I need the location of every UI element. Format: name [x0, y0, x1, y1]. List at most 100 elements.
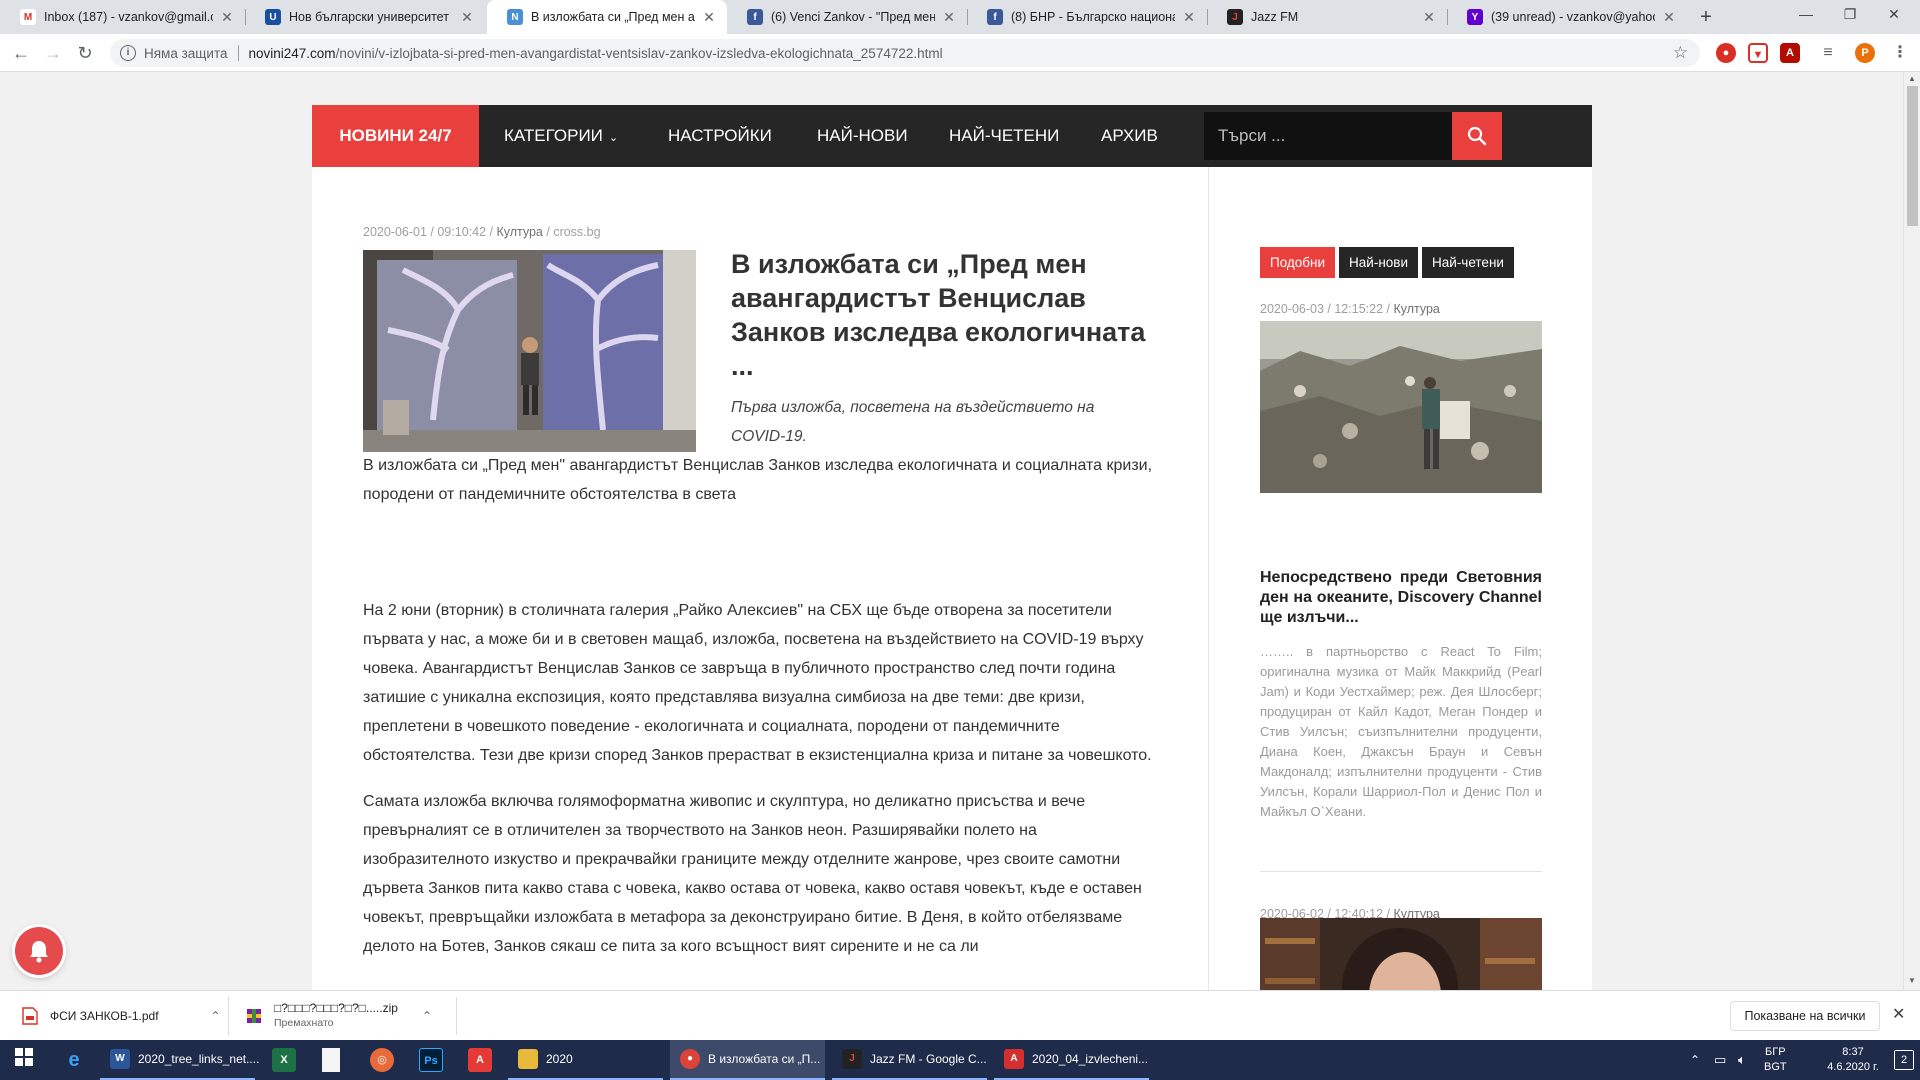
back-icon[interactable]: ←: [8, 40, 34, 66]
pdf-icon: A: [1004, 1049, 1024, 1069]
close-tab-icon[interactable]: ✕: [1421, 9, 1437, 26]
show-all-downloads-button[interactable]: Показване на всички: [1730, 1001, 1880, 1031]
download-item[interactable]: □?□□□?□□□?□?□.....zip Премахнато ⌃: [246, 991, 432, 1041]
nav-newest[interactable]: НАЙ-НОВИ: [817, 105, 908, 167]
chrome-icon: ●: [680, 1049, 700, 1069]
taskbar-app[interactable]: W 2020_tree_links_net....: [100, 1040, 259, 1080]
browser-tab[interactable]: f (6) Venci Zankov - "Пред мен" p ✕: [727, 0, 967, 34]
sidebar-item-excerpt: …….. в партньорство с React To Film; ори…: [1260, 644, 1542, 819]
article-paragraph: На 2 юни (вторник) в столичната галерия …: [363, 602, 1152, 764]
windows-start-icon[interactable]: [12, 1048, 36, 1072]
sidebar-item-meta: 2020-06-03 / 12:15:22 / Култура: [1260, 302, 1440, 316]
file-icon[interactable]: [322, 1048, 340, 1072]
sidebar-category-link[interactable]: Култура: [1393, 302, 1439, 316]
reload-icon[interactable]: ↻: [72, 40, 98, 66]
windows-taskbar: e W 2020_tree_links_net.... X ◎ Ps A 202…: [0, 1040, 1920, 1080]
article-image: [363, 250, 696, 452]
nbu-icon: U: [265, 9, 281, 25]
tab-similar[interactable]: Подобни: [1260, 247, 1336, 278]
edge-icon[interactable]: e: [62, 1048, 86, 1072]
close-downloads-icon[interactable]: ✕: [1892, 1004, 1905, 1024]
facebook-icon: f: [987, 9, 1003, 25]
scroll-down-icon[interactable]: ▼: [1904, 976, 1920, 985]
pocket-extension-icon[interactable]: ▼: [1748, 43, 1768, 63]
article-subtitle: Първа изложба, посветена на въздействиет…: [731, 399, 1095, 445]
yahoo-icon: Y: [1467, 9, 1483, 25]
sidebar-tabs: Подобни Най-нови Най-четени: [1260, 247, 1514, 278]
address-bar[interactable]: i Няма защита novini247.com /novini/v-iz…: [110, 39, 1700, 67]
nav-categories[interactable]: КАТЕГОРИИ ⌄: [504, 105, 618, 167]
download-item[interactable]: ФСИ ЗАНКОВ-1.pdf ⌃: [22, 991, 221, 1041]
chevron-up-icon[interactable]: ⌃: [211, 1009, 221, 1023]
nav-most-read[interactable]: НАЙ-ЧЕТЕНИ: [949, 105, 1059, 167]
sidebar-item-image[interactable]: [1260, 918, 1542, 990]
sidebar-item-image[interactable]: [1260, 321, 1542, 493]
forward-icon[interactable]: →: [40, 40, 66, 66]
bookmark-star-icon[interactable]: ☆: [1673, 43, 1688, 63]
info-icon[interactable]: i: [120, 45, 136, 61]
pdf-extension-icon[interactable]: A: [1780, 43, 1800, 63]
globe-app-icon[interactable]: ◎: [370, 1048, 394, 1072]
browser-tab[interactable]: U Нов български университет ✕: [245, 0, 485, 34]
browser-tab-active[interactable]: N В изложбата си „Пред мен аван ✕: [487, 0, 727, 34]
close-tab-icon[interactable]: ✕: [219, 9, 235, 26]
scrollbar-thumb[interactable]: [1907, 86, 1918, 226]
menu-icon[interactable]: ⋮: [1890, 43, 1910, 63]
content-area: 2020-06-01 / 09:10:42 / Култура / cross.…: [312, 167, 1592, 990]
taskbar-app[interactable]: J Jazz FM - Google C...: [832, 1040, 987, 1080]
facebook-icon: f: [747, 9, 763, 25]
close-tab-icon[interactable]: ✕: [701, 9, 717, 26]
news-icon: N: [507, 9, 523, 25]
network-icon[interactable]: ▭: [1714, 1040, 1726, 1080]
close-window-icon[interactable]: ✕: [1864, 0, 1920, 30]
taskbar-app[interactable]: A 2020_04_izvlecheni...: [994, 1040, 1149, 1080]
taskbar-app-active[interactable]: ● В изложбата си „П...: [670, 1040, 825, 1080]
language-indicator[interactable]: БГР BGT: [1764, 1045, 1787, 1080]
excel-icon[interactable]: X: [272, 1048, 296, 1072]
acrobat-icon[interactable]: A: [468, 1048, 492, 1072]
notification-bell-button[interactable]: [15, 927, 63, 975]
clock[interactable]: 8:37 4.6.2020 г.: [1814, 1045, 1892, 1080]
word-icon: W: [110, 1049, 130, 1069]
reading-list-icon[interactable]: ≡: [1818, 43, 1838, 63]
photoshop-icon[interactable]: Ps: [419, 1048, 443, 1072]
close-tab-icon[interactable]: ✕: [941, 9, 957, 26]
volume-icon[interactable]: 🔈︎: [1738, 1040, 1746, 1080]
site-logo[interactable]: НОВИНИ 24/7: [312, 105, 479, 167]
browser-tab[interactable]: J Jazz FM ✕: [1207, 0, 1447, 34]
notification-center-icon[interactable]: 2: [1894, 1050, 1914, 1070]
browser-toolbar: ← → ↻ i Няма защита novini247.com /novin…: [0, 34, 1920, 72]
tray-chevron-icon[interactable]: ⌃: [1690, 1040, 1700, 1080]
page-scrollbar[interactable]: ▲ ▼: [1903, 72, 1920, 990]
site-navigation: НОВИНИ 24/7 КАТЕГОРИИ ⌄ НАСТРОЙКИ НАЙ-НОВ…: [312, 105, 1592, 167]
bell-icon: [30, 941, 48, 963]
chrome-jazz-icon: J: [842, 1049, 862, 1069]
taskbar-app[interactable]: 2020: [508, 1040, 663, 1080]
article-paragraph: Самата изложба включва голямоформатна жи…: [363, 793, 1142, 955]
search-icon: [1467, 126, 1487, 146]
search-input[interactable]: [1204, 112, 1452, 160]
new-tab-button[interactable]: +: [1693, 4, 1719, 30]
tab-most-read[interactable]: Най-четени: [1422, 247, 1514, 278]
browser-tab[interactable]: Y (39 unread) - vzankov@yahoo.com ✕: [1447, 0, 1687, 34]
close-tab-icon[interactable]: ✕: [1181, 9, 1197, 26]
chevron-up-icon[interactable]: ⌃: [422, 1009, 432, 1023]
close-tab-icon[interactable]: ✕: [1661, 9, 1677, 26]
adblock-extension-icon[interactable]: ●: [1716, 43, 1736, 63]
downloads-bar: ФСИ ЗАНКОВ-1.pdf ⌃ □?□□□?□□□?□?□.....zip…: [0, 990, 1920, 1040]
close-tab-icon[interactable]: ✕: [459, 9, 475, 26]
zip-file-icon: [247, 1009, 261, 1023]
chevron-down-icon: ⌄: [608, 132, 619, 144]
profile-avatar[interactable]: P: [1855, 43, 1875, 63]
article-paragraph: В изложбата си „Пред мен" авангардистът …: [363, 457, 1153, 503]
sidebar-item-title[interactable]: Непосредствено преди Световния ден на ок…: [1260, 568, 1542, 628]
tab-newest[interactable]: Най-нови: [1339, 247, 1419, 278]
browser-tab[interactable]: M Inbox (187) - vzankov@gmail.com ✕: [0, 0, 245, 34]
scroll-up-icon[interactable]: ▲: [1904, 74, 1920, 83]
nav-archive[interactable]: АРХИВ: [1101, 105, 1158, 167]
article-category-link[interactable]: Култура: [496, 225, 542, 239]
browser-tab[interactable]: f (8) БНР - Българско национално ✕: [967, 0, 1207, 34]
nav-settings[interactable]: НАСТРОЙКИ: [668, 105, 772, 167]
search-button[interactable]: [1452, 112, 1502, 160]
sidebar-divider: [1260, 871, 1542, 872]
